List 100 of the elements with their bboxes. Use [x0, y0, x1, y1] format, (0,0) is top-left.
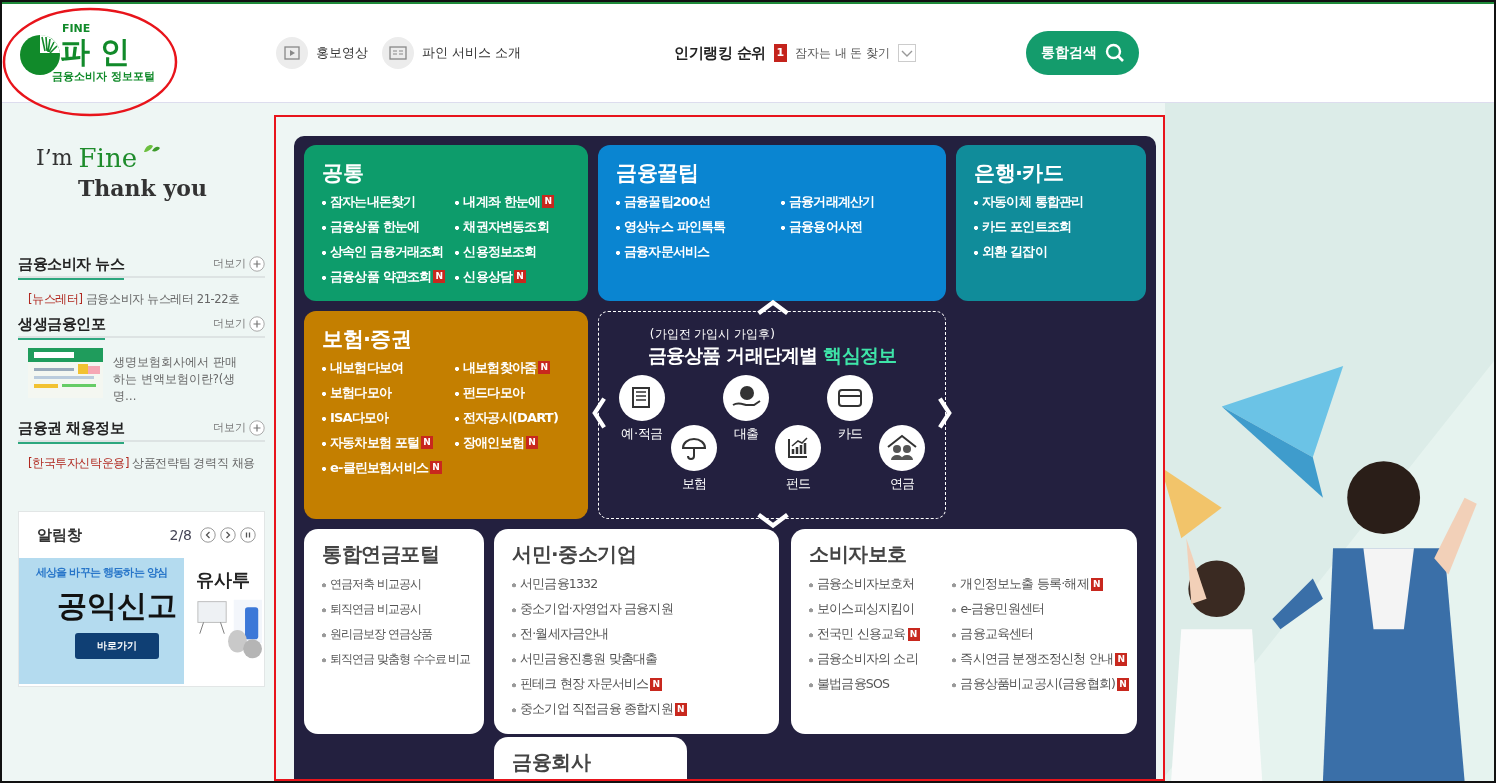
card-title: 보험·증권 — [322, 326, 413, 353]
menu-link[interactable]: 전국민 신용교육 — [809, 626, 906, 643]
new-badge: N — [542, 195, 555, 208]
news-link[interactable]: [뉴스레터] 금융소비자 뉴스레터 21-22호 — [28, 292, 265, 307]
menu-link[interactable]: 즉시연금 분쟁조정신청 안내 — [952, 651, 1114, 668]
product-link[interactable]: 연금 — [878, 425, 926, 493]
menu-link[interactable]: 서민금융진흥원 맞춤대출 — [512, 651, 658, 668]
logo-caption: FINE — [62, 23, 91, 35]
news-link[interactable]: [한국투자신탁운용] 상품전략팀 경력직 채용 — [28, 456, 265, 471]
new-badge: N — [674, 703, 687, 716]
nav-link[interactable]: 파인 서비스 소개 — [382, 37, 522, 69]
umbrella-icon — [671, 425, 717, 471]
menu-link[interactable]: 연금저축 비교공시 — [322, 576, 421, 593]
menu-link[interactable]: 서민금융1332 — [512, 576, 598, 593]
product-link[interactable]: 펀드 — [774, 425, 822, 493]
dropdown-caret-icon[interactable] — [898, 44, 917, 62]
notice-title: 알림창 — [37, 525, 83, 545]
credit-card-icon — [827, 375, 873, 421]
nav-link[interactable]: 홍보영상 — [276, 37, 368, 69]
menu-link[interactable]: 중소기업·자영업자 금융지원 — [512, 601, 673, 618]
section-title: 금융권 채용정보 — [18, 419, 125, 444]
leaf-icon — [143, 143, 162, 155]
pause-icon[interactable] — [240, 527, 256, 543]
stage-title-highlight: 핵심정보 — [823, 344, 897, 366]
section-title: 생생금융인포 — [18, 315, 105, 340]
next-icon[interactable] — [220, 527, 236, 543]
search-icon — [1104, 43, 1125, 63]
new-badge: N — [433, 270, 446, 283]
new-badge: N — [421, 436, 434, 449]
new-badge: N — [1117, 678, 1129, 691]
banner[interactable]: 유사투 — [184, 558, 264, 684]
page-counter: 2/8 — [169, 527, 192, 543]
slogan-text: Thank you — [78, 174, 208, 203]
ranking-title: 인기랭킹 순위 — [674, 43, 766, 63]
product-link[interactable]: 예·적금 — [618, 375, 666, 493]
logo-tagline: 금융소비자 정보포털 — [52, 69, 155, 83]
menu-link[interactable]: 원리금보장 연금상품 — [322, 626, 432, 643]
passbook-icon — [619, 375, 665, 421]
menu-link[interactable]: 보이스피싱지킴이 — [809, 601, 915, 618]
menu-link[interactable]: 중소기업 직접금융 종합지원 — [512, 701, 673, 718]
banner-title: 유사투 — [196, 568, 251, 592]
menu-link[interactable]: e-금융민원센터 — [952, 601, 1045, 618]
menu-link[interactable]: 전·월세자금안내 — [512, 626, 609, 643]
card-title: 서민·중소기업 — [512, 541, 638, 568]
menu-link[interactable]: 금융소비자의 소리 — [809, 651, 918, 668]
rank-badge: 1 — [773, 44, 787, 62]
slogan-text: I’m — [36, 144, 73, 172]
menu-link[interactable]: 불법금융SOS — [809, 676, 890, 693]
stage-title: 금융상품 거래단계별 — [647, 344, 818, 366]
play-icon — [276, 37, 308, 69]
new-badge: N — [430, 461, 442, 474]
chevron-left-icon[interactable] — [590, 396, 608, 430]
card-title: 금융회사 — [512, 749, 592, 776]
banner-subtitle: 세상을 바꾸는 행동하는 양심 — [36, 566, 167, 580]
product-link[interactable]: 대출 — [722, 375, 770, 493]
more-link[interactable]: 더보기 — [213, 255, 265, 272]
stage-steps: (가입전 가입시 가입후) — [649, 326, 897, 343]
card-title: 은행·카드 — [974, 160, 1065, 187]
plus-icon — [249, 315, 265, 332]
new-badge: N — [1090, 578, 1103, 591]
article-link[interactable]: 생명보험회사에서 판매하는 변액보험이란?(생명… — [113, 354, 243, 405]
banner[interactable]: 세상을 바꾸는 행동하는 양심 공익신고 바로가기 — [19, 558, 184, 684]
card-title: 공통 — [322, 160, 364, 187]
banner-title: 공익신고 — [56, 587, 177, 625]
menu-link[interactable]: 금융교육센터 — [952, 626, 1034, 643]
go-button[interactable]: 바로가기 — [74, 633, 159, 659]
menu-link[interactable]: 핀테크 현장 자문서비스 — [512, 676, 649, 693]
card-title: 통합연금포털 — [322, 541, 440, 568]
new-badge: N — [514, 270, 527, 283]
new-badge: N — [1115, 653, 1128, 666]
product-link[interactable]: 카드 — [826, 375, 874, 493]
house-people-icon — [879, 425, 925, 471]
new-badge: N — [907, 628, 920, 641]
logo-title: 파 인 — [60, 35, 131, 69]
plus-icon — [249, 419, 265, 436]
search-button[interactable]: 통합검색 — [1026, 31, 1139, 75]
coin-hand-icon — [723, 375, 769, 421]
card-title: 금융꿀팁 — [616, 160, 699, 187]
menu-link[interactable]: 퇴직연금 비교공시 — [322, 601, 421, 618]
new-badge: N — [526, 436, 538, 449]
menu-link[interactable]: 개인정보노출 등록·해제 — [952, 576, 1089, 593]
chevron-right-icon[interactable] — [936, 396, 954, 430]
bar-chart-icon — [775, 425, 821, 471]
menu-link[interactable]: 금융상품비교공시(금융협회) — [952, 676, 1115, 693]
more-link[interactable]: 더보기 — [213, 315, 265, 332]
product-link[interactable]: 보험 — [670, 425, 718, 493]
more-link[interactable]: 더보기 — [213, 419, 265, 436]
section-title: 금융소비자 뉴스 — [18, 255, 125, 280]
new-badge: N — [538, 361, 551, 374]
plus-icon — [249, 255, 265, 272]
chevron-down-icon[interactable] — [755, 512, 791, 530]
menu-link[interactable]: 금융소비자보호처 — [809, 576, 915, 593]
menu-link[interactable]: 퇴직연금 맞춤형 수수료 비교 — [322, 651, 471, 668]
chevron-up-icon[interactable] — [755, 298, 791, 316]
previous-icon[interactable] — [200, 527, 216, 543]
ranking-link[interactable]: 잠자는 내 돈 찾기 — [794, 44, 891, 62]
slogan-highlight: Fine — [78, 143, 138, 173]
document-icon — [382, 37, 414, 69]
card-title: 소비자보호 — [809, 541, 908, 568]
new-badge: N — [650, 678, 663, 691]
